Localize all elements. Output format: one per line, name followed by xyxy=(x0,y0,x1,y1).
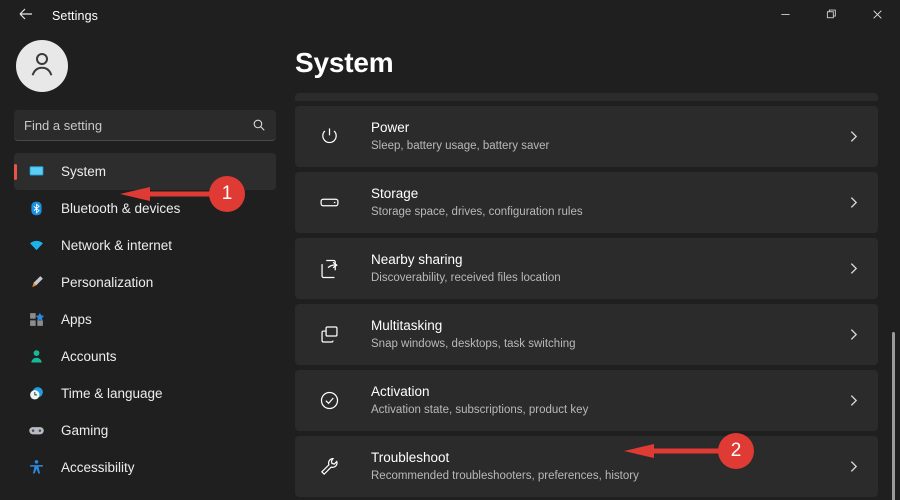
settings-row-power[interactable]: Power Sleep, battery usage, battery save… xyxy=(295,106,878,167)
sidebar-item-label: Apps xyxy=(61,312,92,327)
minimize-button[interactable] xyxy=(762,0,808,32)
title-bar: Settings xyxy=(0,0,900,32)
row-text: Troubleshoot Recommended troubleshooters… xyxy=(371,449,847,484)
search-icon[interactable] xyxy=(252,118,266,132)
back-arrow-icon xyxy=(18,6,34,27)
row-title: Multitasking xyxy=(371,317,443,333)
sidebar-item-label: System xyxy=(61,164,107,179)
close-button[interactable] xyxy=(854,0,900,32)
chevron-right-icon[interactable] xyxy=(847,262,860,275)
row-subtitle: Discoverability, received files location xyxy=(371,272,561,285)
row-subtitle: Snap windows, desktops, task switching xyxy=(371,338,576,351)
row-text: Activation Activation state, subscriptio… xyxy=(371,383,847,418)
row-title: Troubleshoot xyxy=(371,449,450,465)
sidebar-item-label: Accounts xyxy=(61,349,117,364)
wifi-icon xyxy=(26,236,46,256)
check-circle-icon xyxy=(317,389,341,413)
avatar[interactable] xyxy=(16,40,68,92)
vertical-scrollbar[interactable] xyxy=(892,332,895,500)
row-subtitle: Activation state, subscriptions, product… xyxy=(371,404,589,417)
clock-icon xyxy=(26,384,46,404)
main-content: System Power Sleep, battery usage, batte… xyxy=(290,32,900,500)
minimize-icon xyxy=(780,7,791,25)
sidebar-item-label: Personalization xyxy=(61,275,154,290)
page-title: System xyxy=(295,47,394,78)
row-title: Storage xyxy=(371,185,419,201)
partial-card-above[interactable] xyxy=(295,93,878,101)
maximize-button[interactable] xyxy=(808,0,854,32)
sidebar-item-label: Network & internet xyxy=(61,238,173,253)
back-button[interactable] xyxy=(8,1,44,31)
row-text: Multitasking Snap windows, desktops, tas… xyxy=(371,317,847,352)
sidebar-item-apps[interactable]: Apps xyxy=(14,301,276,338)
maximize-restore-icon xyxy=(826,7,837,25)
row-text: Storage Storage space, drives, configura… xyxy=(371,185,847,220)
settings-row-multitasking[interactable]: Multitasking Snap windows, desktops, tas… xyxy=(295,304,878,365)
sidebar-item-personalization[interactable]: Personalization xyxy=(14,264,276,301)
chevron-right-icon[interactable] xyxy=(847,460,860,473)
row-title: Activation xyxy=(371,383,430,399)
sidebar: System Bluetooth & devices Network & int… xyxy=(0,32,290,500)
settings-row-troubleshoot[interactable]: Troubleshoot Recommended troubleshooters… xyxy=(295,436,878,497)
row-text: Nearby sharing Discoverability, received… xyxy=(371,251,847,286)
wrench-icon xyxy=(317,455,341,479)
window-controls xyxy=(762,0,900,32)
chevron-right-icon[interactable] xyxy=(847,130,860,143)
settings-row-activation[interactable]: Activation Activation state, subscriptio… xyxy=(295,370,878,431)
gamepad-icon xyxy=(26,421,46,441)
person-icon xyxy=(26,347,46,367)
chevron-right-icon[interactable] xyxy=(847,394,860,407)
close-icon xyxy=(872,7,883,25)
share-icon xyxy=(317,257,341,281)
search-input[interactable] xyxy=(24,117,252,133)
app-title: Settings xyxy=(52,9,98,23)
row-subtitle: Storage space, drives, configuration rul… xyxy=(371,206,583,219)
sidebar-item-time-language[interactable]: Time & language xyxy=(14,375,276,412)
annotation-badge-2: 2 xyxy=(718,433,754,469)
settings-row-nearby-sharing[interactable]: Nearby sharing Discoverability, received… xyxy=(295,238,878,299)
sidebar-item-label: Bluetooth & devices xyxy=(61,201,181,216)
sidebar-item-accessibility[interactable]: Accessibility xyxy=(14,449,276,486)
chevron-right-icon[interactable] xyxy=(847,196,860,209)
sidebar-item-label: Time & language xyxy=(61,386,163,401)
monitor-icon xyxy=(26,162,46,182)
sidebar-item-network-internet[interactable]: Network & internet xyxy=(14,227,276,264)
row-title: Nearby sharing xyxy=(371,251,463,267)
power-icon xyxy=(317,125,341,149)
row-title: Power xyxy=(371,119,410,135)
apps-grid-icon xyxy=(26,310,46,330)
row-subtitle: Recommended troubleshooters, preferences… xyxy=(371,470,639,483)
annotation-badge-1: 1 xyxy=(209,176,245,212)
sidebar-item-label: Gaming xyxy=(61,423,109,438)
row-subtitle: Sleep, battery usage, battery saver xyxy=(371,140,550,153)
chevron-right-icon[interactable] xyxy=(847,328,860,341)
drive-icon xyxy=(317,191,341,215)
sidebar-item-label: Accessibility xyxy=(61,460,135,475)
sidebar-item-accounts[interactable]: Accounts xyxy=(14,338,276,375)
accessibility-icon xyxy=(26,458,46,478)
settings-row-storage[interactable]: Storage Storage space, drives, configura… xyxy=(295,172,878,233)
search-box[interactable] xyxy=(14,110,276,141)
sidebar-item-gaming[interactable]: Gaming xyxy=(14,412,276,449)
windows-stack-icon xyxy=(317,323,341,347)
row-text: Power Sleep, battery usage, battery save… xyxy=(371,119,847,154)
user-avatar-icon xyxy=(27,49,57,84)
paintbrush-icon xyxy=(26,273,46,293)
bluetooth-icon xyxy=(26,199,46,219)
